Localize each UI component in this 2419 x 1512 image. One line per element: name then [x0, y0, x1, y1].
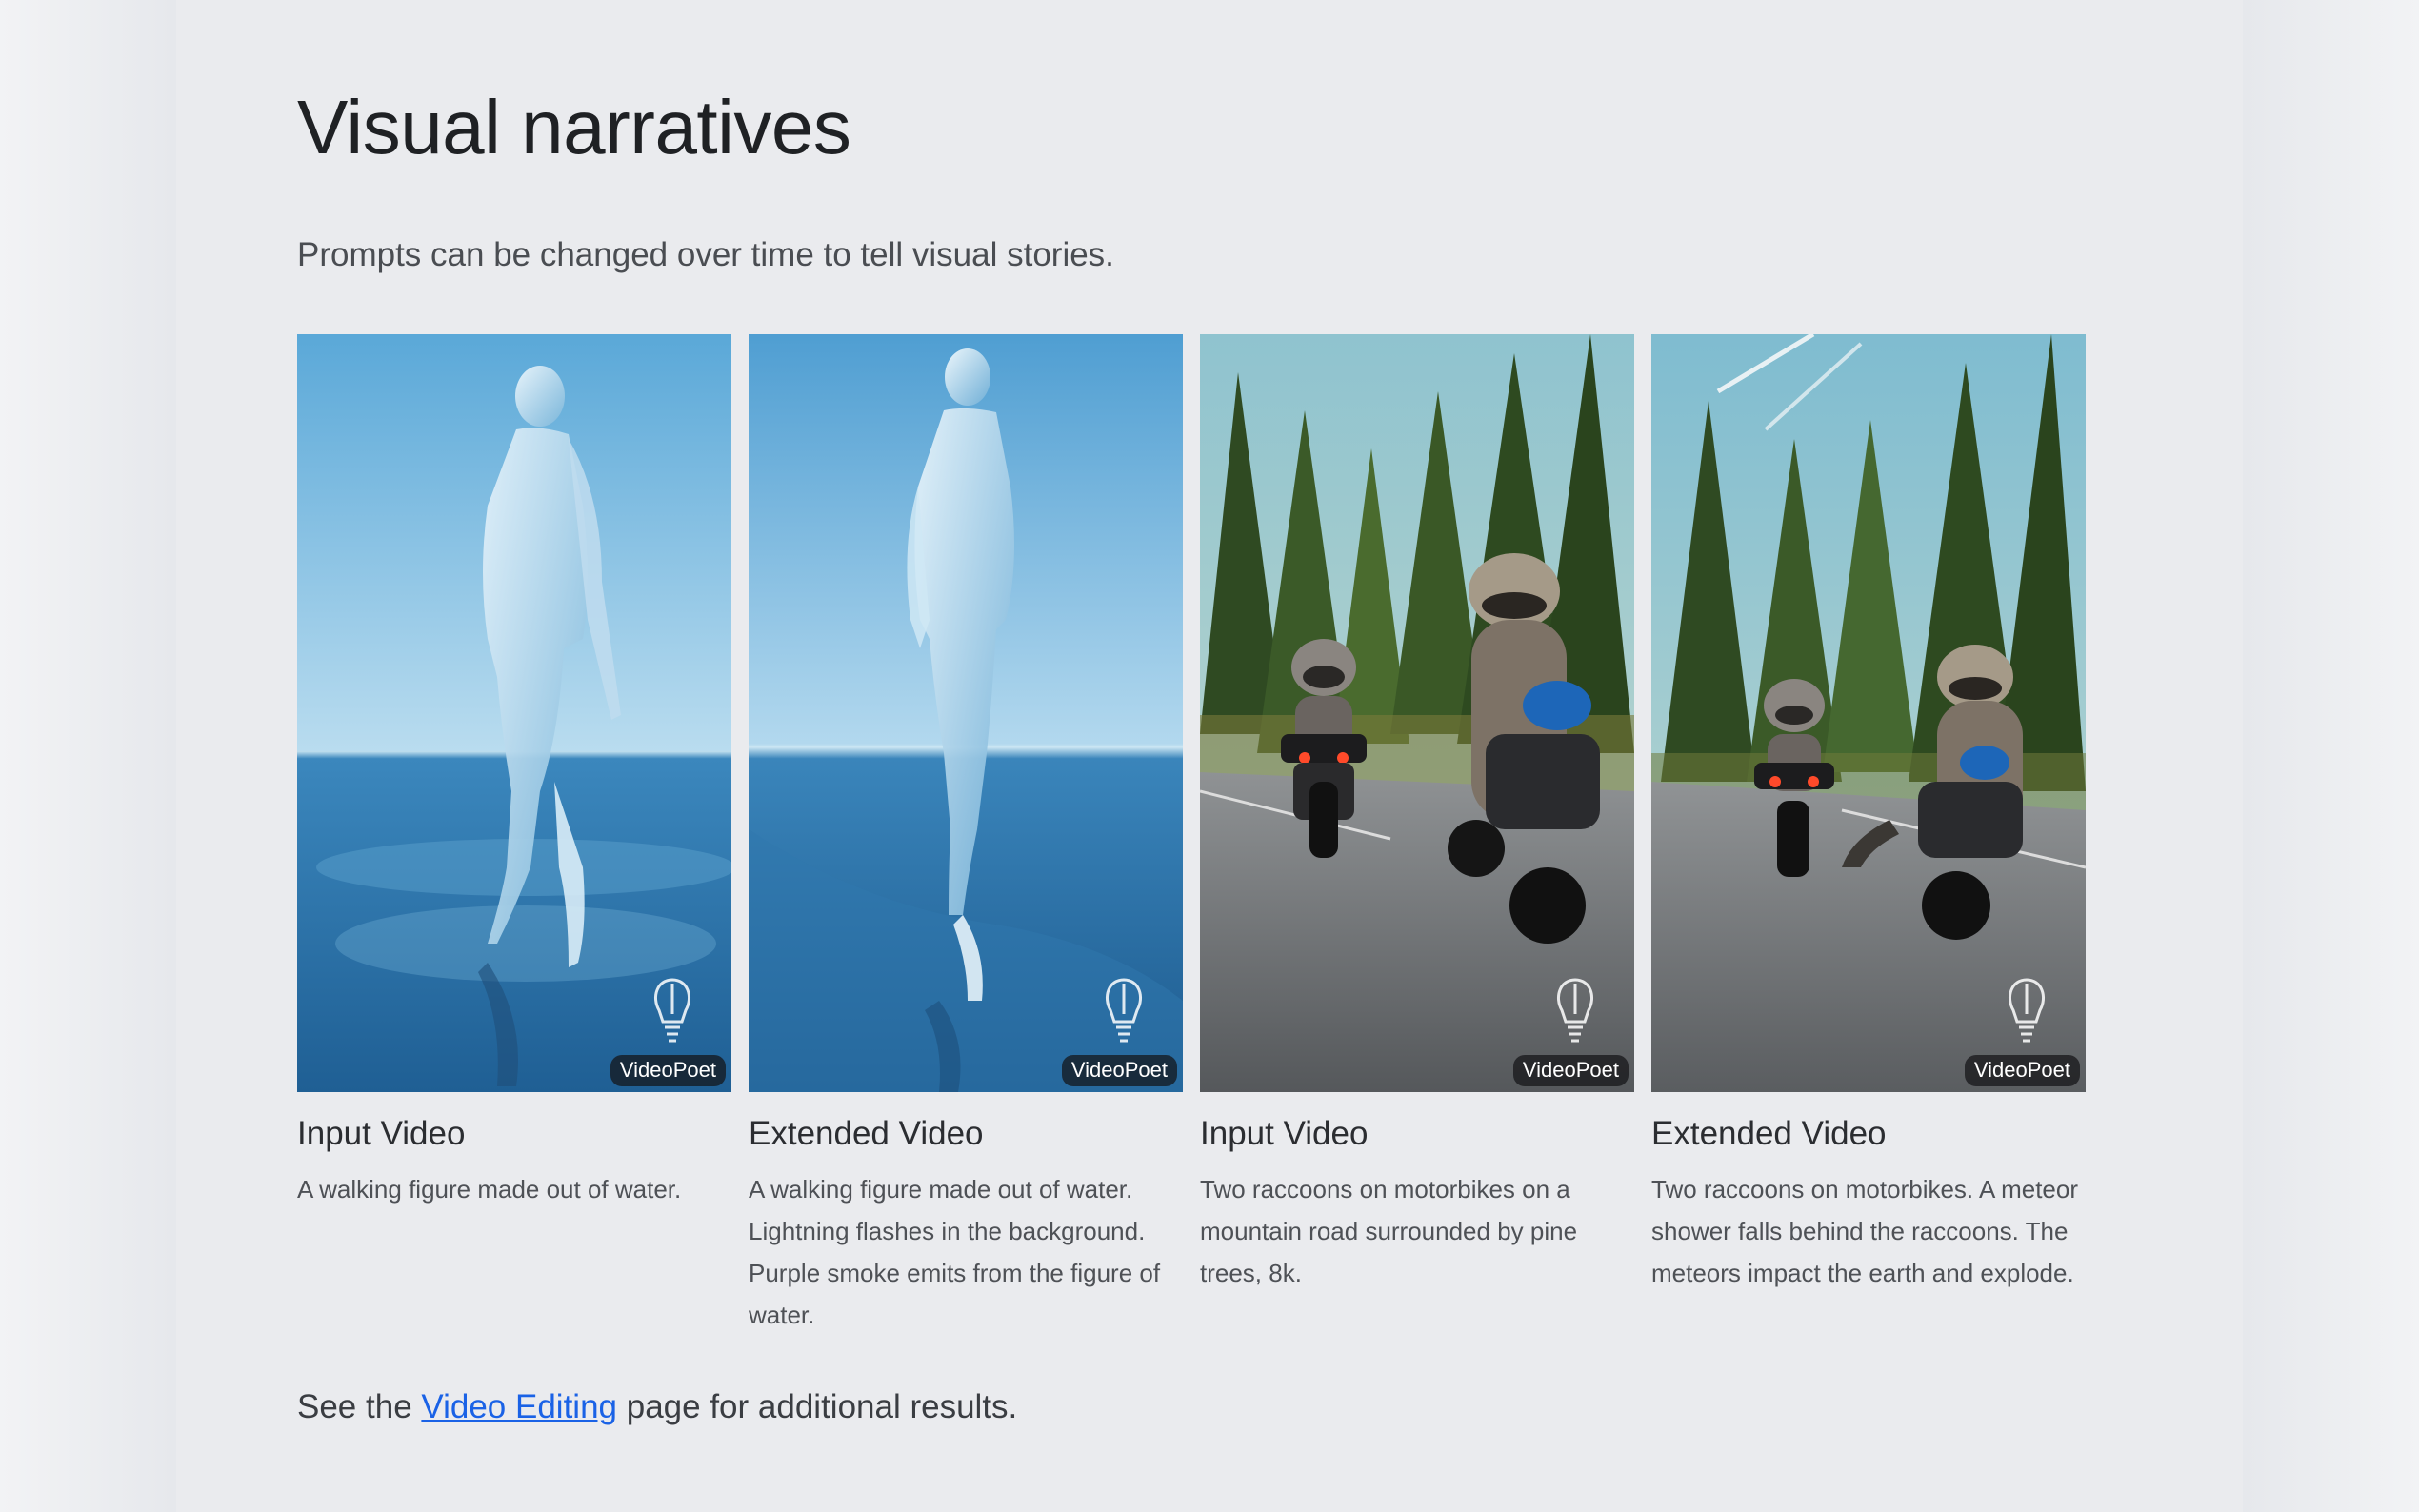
card-label: Extended Video — [1651, 1115, 1887, 1152]
section-subtitle: Prompts can be changed over time to tell… — [297, 236, 1114, 273]
video-thumbnail[interactable]: VideoPoet — [749, 334, 1183, 1092]
left-backdrop — [0, 0, 176, 1512]
videopoet-badge: VideoPoet — [1061, 1055, 1177, 1086]
video-thumbnail[interactable]: VideoPoet — [1200, 334, 1634, 1092]
video-card-input-water[interactable]: VideoPoet Input Video A walking figure m… — [297, 334, 731, 1210]
card-description: Two raccoons on motorbikes. A meteor sho… — [1651, 1175, 2078, 1287]
card-label: Input Video — [297, 1115, 466, 1152]
card-label: Extended Video — [749, 1115, 984, 1152]
card-description: A walking figure made out of water. — [297, 1175, 682, 1204]
video-thumbnail[interactable]: VideoPoet — [1651, 334, 2086, 1092]
video-card-extended-raccoons[interactable]: VideoPoet Extended Video Two raccoons on… — [1651, 334, 2086, 1294]
footer-prefix: See the — [297, 1388, 412, 1425]
lightbulb-pen-icon — [654, 978, 690, 1043]
footer-suffix: page for additional results. — [626, 1388, 1018, 1425]
lightbulb-pen-icon — [1557, 978, 1593, 1043]
footer-note: See the Video Editing page for additiona… — [297, 1388, 1017, 1426]
card-description: Two raccoons on motorbikes on a mountain… — [1200, 1175, 1578, 1287]
video-thumbnail[interactable]: VideoPoet — [297, 334, 731, 1092]
right-backdrop — [2243, 0, 2419, 1512]
video-card-extended-water[interactable]: VideoPoet Extended Video A walking figur… — [749, 334, 1183, 1336]
video-grid: VideoPoet Input Video A walking figure m… — [297, 334, 2088, 1334]
section-title: Visual narratives — [297, 85, 851, 169]
lightbulb-pen-icon — [2009, 978, 2045, 1043]
videopoet-badge: VideoPoet — [610, 1055, 726, 1086]
card-label: Input Video — [1200, 1115, 1369, 1152]
videopoet-badge: VideoPoet — [1512, 1055, 1629, 1086]
video-editing-link[interactable]: Video Editing — [421, 1388, 617, 1425]
video-card-input-raccoons[interactable]: VideoPoet Input Video Two raccoons on mo… — [1200, 334, 1634, 1294]
videopoet-badge: VideoPoet — [1964, 1055, 2080, 1086]
card-description: A walking figure made out of water. Ligh… — [749, 1175, 1161, 1329]
lightbulb-pen-icon — [1106, 978, 1142, 1043]
content-page: Visual narratives Prompts can be changed… — [176, 0, 2243, 1512]
